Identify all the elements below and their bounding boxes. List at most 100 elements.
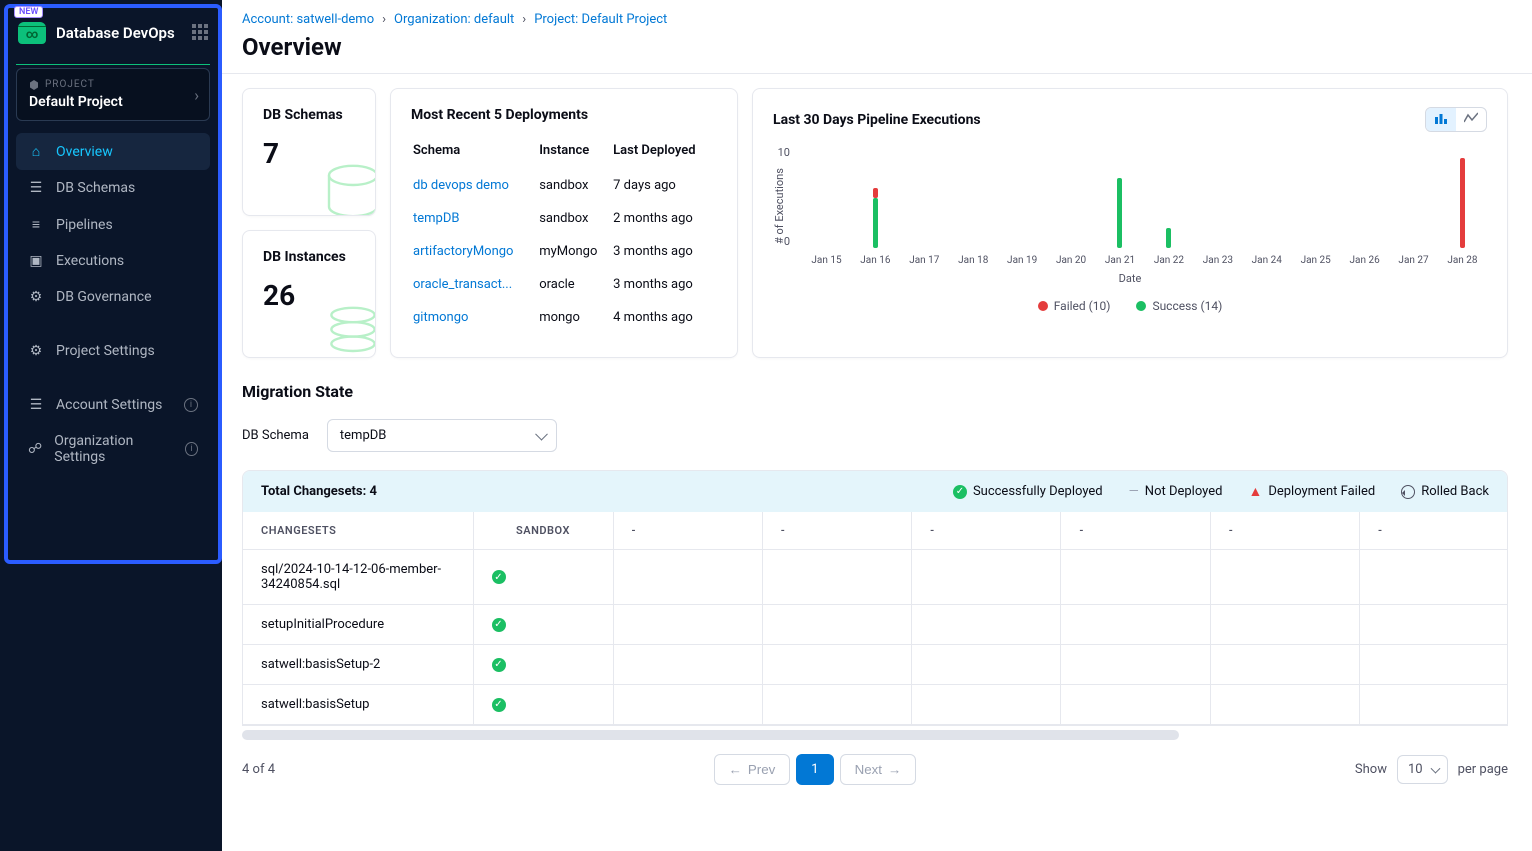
- table-header: -: [912, 512, 1061, 550]
- pipeline-icon: ≡: [28, 216, 44, 233]
- warning-icon: ▲: [1248, 483, 1262, 500]
- gear-icon: ⚙: [28, 289, 44, 305]
- sidebar-item-project-settings[interactable]: ⚙ Project Settings: [16, 333, 210, 369]
- breadcrumb: Account: satwell-demo › Organization: de…: [242, 12, 1508, 27]
- stat-title: DB Schemas: [263, 107, 355, 123]
- sidebar-item-overview[interactable]: ⌂ Overview: [16, 133, 210, 170]
- col-instance: Instance: [539, 143, 611, 168]
- current-page[interactable]: 1: [796, 754, 833, 785]
- sidebar-item-label: DB Governance: [56, 289, 152, 305]
- project-selector[interactable]: PROJECT Default Project ›: [16, 68, 210, 121]
- table-header: -: [762, 512, 911, 550]
- sidebar-nav: ⌂ Overview ☰ DB Schemas ≡ Pipelines ▣ Ex…: [16, 133, 210, 475]
- failed-dot-icon: [1038, 301, 1048, 311]
- main-content: Account: satwell-demo › Organization: de…: [222, 0, 1532, 851]
- bar-chart-icon[interactable]: [1426, 108, 1456, 131]
- table-row: tempDBsandbox2 months ago: [413, 203, 715, 234]
- table-header: -: [1359, 512, 1507, 550]
- schema-link[interactable]: tempDB: [413, 203, 537, 234]
- table-row: satwell:basisSetup✓: [243, 685, 1507, 725]
- rollback-icon: [1401, 485, 1415, 499]
- sidebar-item-db-schemas[interactable]: ☰ DB Schemas: [16, 170, 210, 206]
- changeset-name: satwell:basisSetup-2: [243, 645, 473, 685]
- schema-link[interactable]: db devops demo: [413, 170, 537, 201]
- executions-icon: ▣: [28, 253, 44, 269]
- cube-icon: [29, 80, 39, 90]
- check-circle-icon: ✓: [492, 570, 506, 584]
- schema-link[interactable]: artifactoryMongo: [413, 236, 537, 267]
- gear-icon: ⚙: [28, 343, 44, 359]
- changeset-name: setupInitialProcedure: [243, 605, 473, 645]
- sidebar-item-executions[interactable]: ▣ Executions: [16, 243, 210, 279]
- table-row: oracle_transact...oracle3 months ago: [413, 269, 715, 300]
- line-chart-icon[interactable]: [1456, 108, 1486, 131]
- prev-button[interactable]: ←Prev: [714, 754, 791, 785]
- schema-label: DB Schema: [242, 428, 309, 443]
- sidebar-item-label: Executions: [56, 253, 124, 269]
- changeset-summary-bar: Total Changesets: 4 ✓Successfully Deploy…: [243, 471, 1507, 512]
- brand: ∞ Database DevOps: [16, 16, 210, 54]
- sidebar-item-account-settings[interactable]: ☰ Account Settings i: [16, 387, 210, 423]
- home-icon: ⌂: [28, 143, 44, 160]
- database-icon: [323, 161, 376, 216]
- pipeline-executions-card: Last 30 Days Pipeline Executions # of Ex…: [752, 88, 1508, 358]
- user-gear-icon: ☰: [28, 397, 44, 413]
- sidebar-item-label: Pipelines: [56, 217, 113, 233]
- chart-x-axis-label: Date: [773, 272, 1487, 285]
- project-name: Default Project: [29, 94, 197, 110]
- page-size-select[interactable]: 10: [1397, 755, 1448, 784]
- recent-deployments-card: Most Recent 5 Deployments Schema Instanc…: [390, 88, 738, 358]
- new-badge: NEW: [14, 6, 43, 18]
- check-circle-icon: ✓: [953, 485, 967, 499]
- table-row: gitmongomongo4 months ago: [413, 302, 715, 333]
- breadcrumb-project[interactable]: Project: Default Project: [534, 12, 667, 27]
- table-row: setupInitialProcedure ✓: [243, 605, 1507, 645]
- info-icon: i: [184, 398, 198, 412]
- table-header: CHANGESETS: [243, 512, 473, 550]
- sidebar-item-pipelines[interactable]: ≡ Pipelines: [16, 206, 210, 243]
- sidebar-item-org-settings[interactable]: ☍ Organization Settings i: [16, 423, 210, 475]
- section-title: Migration State: [242, 382, 1508, 401]
- migration-state-section: Migration State DB Schema tempDB Total C…: [242, 382, 1508, 805]
- sidebar-item-label: DB Schemas: [56, 180, 135, 196]
- total-changesets: Total Changesets: 4: [261, 484, 377, 499]
- sidebar-item-label: Overview: [56, 144, 113, 160]
- dash-icon: —: [1129, 484, 1139, 499]
- stat-title: DB Instances: [263, 249, 355, 265]
- page-count: 4 of 4: [242, 762, 275, 777]
- card-title: Most Recent 5 Deployments: [411, 107, 717, 123]
- table-header: SANDBOX: [473, 512, 613, 550]
- product-icon: ∞: [18, 22, 46, 44]
- table-header: -: [1210, 512, 1359, 550]
- database-stack-icon: [323, 303, 376, 358]
- database-icon: ☰: [28, 180, 44, 196]
- apps-grid-icon[interactable]: [192, 24, 210, 42]
- check-circle-icon: ✓: [492, 618, 506, 632]
- pagination: 4 of 4 ←Prev 1 Next→ Show 10 per page: [242, 754, 1508, 805]
- table-header: -: [1061, 512, 1210, 550]
- horizontal-scrollbar[interactable]: [242, 730, 1179, 740]
- breadcrumb-org[interactable]: Organization: default: [394, 12, 514, 27]
- sidebar-item-label: Organization Settings: [54, 433, 173, 465]
- db-instances-card: DB Instances 26: [242, 230, 376, 358]
- col-schema: Schema: [413, 143, 537, 168]
- table-header: -: [613, 512, 762, 550]
- table-row: sql/2024-10-14-12-06-member-34240854.sql…: [243, 550, 1507, 605]
- check-circle-icon: ✓: [492, 658, 506, 672]
- table-row: artifactoryMongomyMongo3 months ago: [413, 236, 715, 267]
- schema-link[interactable]: gitmongo: [413, 302, 537, 333]
- sidebar-item-label: Account Settings: [56, 397, 162, 413]
- brand-title: Database DevOps: [56, 24, 175, 42]
- sidebar-item-label: Project Settings: [56, 343, 155, 359]
- schema-link[interactable]: oracle_transact...: [413, 269, 537, 300]
- table-row: db devops demosandbox7 days ago: [413, 170, 715, 201]
- org-icon: ☍: [28, 441, 42, 457]
- next-button[interactable]: Next→: [840, 754, 917, 785]
- chevron-right-icon: ›: [194, 85, 199, 104]
- sidebar-item-db-governance[interactable]: ⚙ DB Governance: [16, 279, 210, 315]
- chart-plot: 100 Jan 15Jan 16Jan 17Jan 18Jan 19Jan 20…: [794, 146, 1487, 266]
- breadcrumb-account[interactable]: Account: satwell-demo: [242, 12, 374, 27]
- check-circle-icon: ✓: [492, 698, 506, 712]
- db-schemas-card: DB Schemas 7: [242, 88, 376, 216]
- db-schema-select[interactable]: tempDB: [327, 419, 557, 452]
